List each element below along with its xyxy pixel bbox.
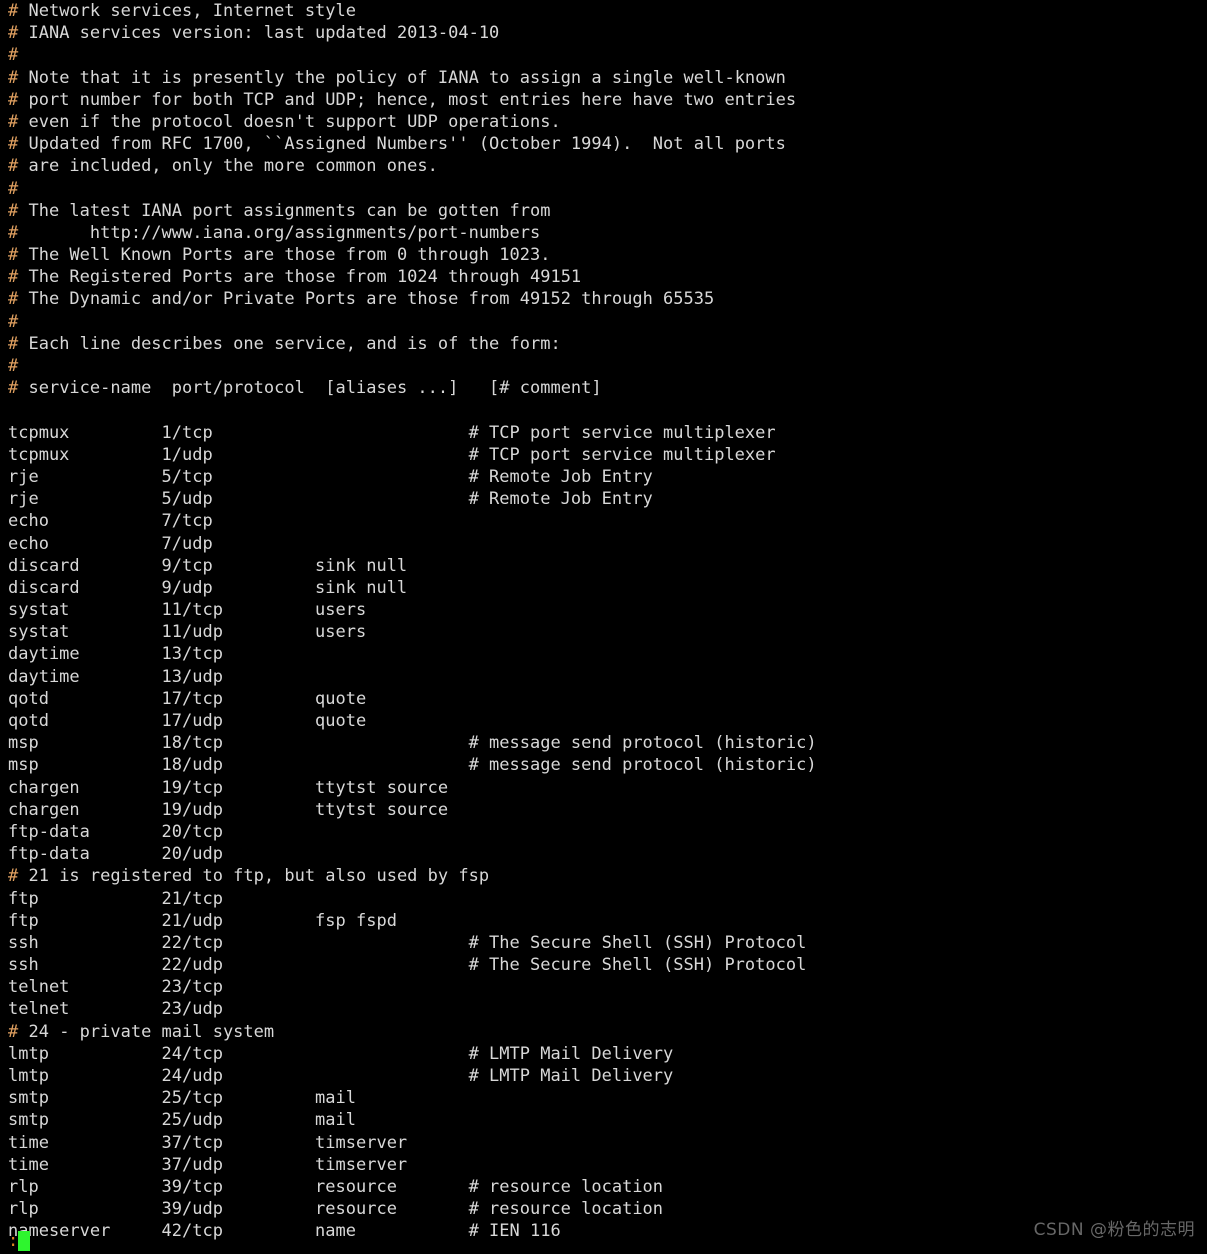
service-entry-line: qotd 17/tcp quote: [8, 688, 367, 709]
file-content-area[interactable]: # Network services, Internet style # IANA…: [0, 0, 1207, 1243]
service-entry-line: telnet 23/tcp: [8, 977, 223, 998]
service-entry-line: daytime 13/tcp: [8, 644, 223, 665]
header-comment-line: # are included, only the more common one…: [8, 156, 438, 177]
inline-comment-line: # 21 is registered to ftp, but also used…: [8, 866, 490, 887]
service-entry-line: systat 11/udp users: [8, 622, 367, 643]
service-entry-line: telnet 23/udp: [8, 999, 223, 1020]
service-entry-line: discard 9/udp sink null: [8, 577, 408, 598]
header-comment-line: # Updated from RFC 1700, ``Assigned Numb…: [8, 134, 786, 155]
inline-comment-line: # 24 - private mail system: [8, 1021, 275, 1042]
service-entry-line: echo 7/udp: [8, 533, 213, 554]
comment-hash: #: [8, 356, 19, 376]
service-entry-line: daytime 13/udp: [8, 666, 223, 687]
header-comment-line: #: [0, 44, 1207, 66]
service-entry-line: lmtp 24/udp # LMTP Mail Delivery: [8, 1066, 674, 1086]
comment-hash: #: [8, 89, 19, 110]
service-entry-line: msp 18/tcp # message send protocol (hist…: [8, 733, 817, 754]
comment-hash: #: [8, 222, 19, 243]
service-entry-line: nameserver 42/tcp name # IEN 116: [8, 1221, 561, 1242]
comment-hash: #: [8, 178, 19, 199]
comment-hash: #: [8, 200, 19, 221]
service-entry-line: ssh 22/tcp # The Secure Shell (SSH) Prot…: [8, 932, 807, 953]
service-entry-line: lmtp 24/tcp # LMTP Mail Delivery: [8, 1043, 674, 1064]
service-entry-line: time 37/tcp timserver: [8, 1132, 408, 1153]
service-entry-line: chargen 19/tcp ttytst source: [8, 777, 449, 798]
comment-hash: #: [8, 67, 19, 88]
comment-hash: #: [8, 333, 19, 354]
service-entry-line: rlp 39/udp resource # resource location: [8, 1199, 664, 1220]
header-comment-line: # The Dynamic and/or Private Ports are t…: [8, 289, 715, 310]
header-comment-line: # even if the protocol doesn't support U…: [8, 111, 561, 132]
header-comment-line: #: [0, 355, 1207, 377]
header-comment-line: # http://www.iana.org/assignments/port-n…: [8, 222, 541, 243]
header-comment-line: # The latest IANA port assignments can b…: [8, 200, 551, 221]
service-entry-line: chargen 19/udp ttytst source: [8, 799, 449, 820]
service-entry-line: ftp 21/udp fsp fspd: [8, 910, 397, 931]
command-prompt-colon: :: [8, 1231, 19, 1251]
service-entry-line: time 37/udp timserver: [8, 1154, 408, 1175]
comment-hash: #: [8, 156, 19, 177]
header-comment-line: #: [0, 311, 1207, 333]
header-comment-line: # Each line describes one service, and i…: [8, 333, 561, 354]
header-comment-line: # service-name port/protocol [aliases ..…: [8, 378, 602, 399]
service-entry-line: rlp 39/tcp resource # resource location: [8, 1176, 664, 1197]
header-comment-line: # Network services, Internet style: [8, 1, 357, 21]
header-comment-line: # The Well Known Ports are those from 0 …: [8, 245, 551, 266]
vim-command-line[interactable]: :: [0, 1230, 30, 1252]
service-entry-line: tcpmux 1/tcp # TCP port service multiple…: [8, 422, 776, 443]
service-entry-line: smtp 25/tcp mail: [8, 1088, 356, 1109]
service-entry-line: ftp 21/tcp: [8, 888, 223, 909]
comment-hash: #: [8, 1021, 19, 1042]
header-comment-line: # port number for both TCP and UDP; henc…: [8, 89, 797, 110]
service-entry-line: smtp 25/udp mail: [8, 1110, 356, 1131]
terminal-screen[interactable]: # Network services, Internet style # IANA…: [0, 0, 1207, 1254]
comment-hash: #: [8, 866, 19, 887]
header-comment-line: #: [0, 178, 1207, 200]
service-entry-line: discard 9/tcp sink null: [8, 555, 408, 576]
service-entry-line: qotd 17/udp quote: [8, 711, 367, 731]
comment-hash: #: [8, 378, 19, 399]
comment-hash: #: [8, 45, 19, 66]
header-comment-line: # Note that it is presently the policy o…: [8, 67, 786, 88]
comment-hash: #: [8, 289, 19, 310]
service-entry-line: msp 18/udp # message send protocol (hist…: [8, 755, 817, 776]
comment-hash: #: [8, 1, 19, 21]
service-entry-line: ftp-data 20/tcp: [8, 821, 223, 842]
header-comment-line: # IANA services version: last updated 20…: [8, 23, 500, 44]
header-comment-line: # The Registered Ports are those from 10…: [8, 267, 582, 288]
watermark: CSDN @粉色的志明: [1033, 1220, 1195, 1240]
service-entry-line: ssh 22/udp # The Secure Shell (SSH) Prot…: [8, 955, 807, 976]
service-entry-line: echo 7/tcp: [8, 511, 213, 532]
service-entry-line: tcpmux 1/udp # TCP port service multiple…: [8, 444, 776, 465]
service-entry-line: rje 5/udp # Remote Job Entry: [8, 489, 653, 510]
comment-hash: #: [8, 311, 19, 332]
comment-hash: #: [8, 134, 19, 155]
service-entry-line: ftp-data 20/udp: [8, 844, 223, 865]
comment-hash: #: [8, 245, 19, 266]
comment-hash: #: [8, 111, 19, 132]
text-cursor: [18, 1231, 30, 1252]
comment-hash: #: [8, 23, 19, 44]
service-entry-line: rje 5/tcp # Remote Job Entry: [8, 466, 653, 487]
service-entry-line: systat 11/tcp users: [8, 600, 367, 621]
comment-hash: #: [8, 267, 19, 288]
